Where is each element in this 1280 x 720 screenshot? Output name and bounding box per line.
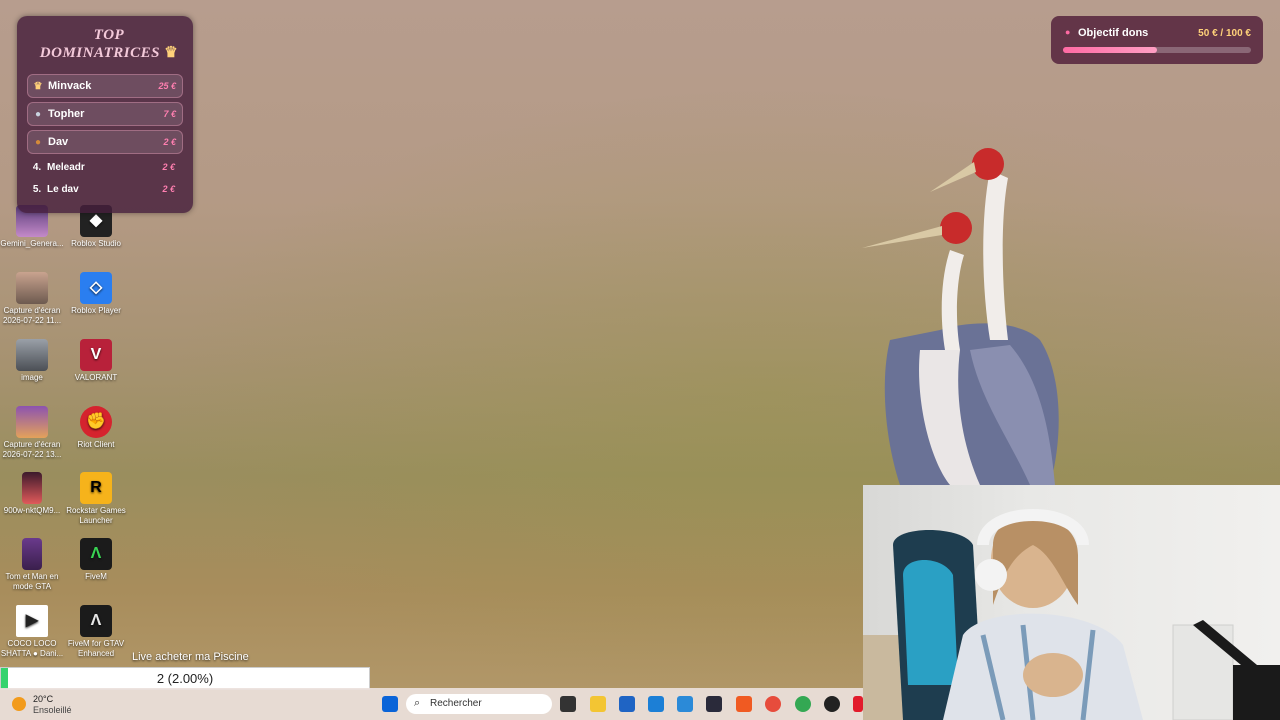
top-donors-widget: TOP DOMINATRICES ♛ ♛ Minvack 25 € ● Toph… <box>17 16 193 213</box>
app-icon[interactable] <box>706 696 722 712</box>
rank-amount: 25 € <box>158 81 176 91</box>
rank-row-1: ♛ Minvack 25 € <box>27 74 183 98</box>
desktop-icon-label: 900w-nktQM9... <box>3 506 61 515</box>
rank-amount: 2 € <box>162 184 175 194</box>
roblox-player-icon: ◇ <box>80 272 112 304</box>
rank-name: Meleadr <box>47 161 85 173</box>
desktop-icon-label: Roblox Player <box>71 306 121 315</box>
desktop-icon-capture-1[interactable]: Capture d'écran 2026-07-22 11... <box>0 272 64 326</box>
search-box[interactable]: ⌕ Rechercher <box>406 694 552 714</box>
file-explorer-icon[interactable] <box>590 696 606 712</box>
goal-amount: 50 € / 100 € <box>1198 28 1251 39</box>
fivem-icon: Λ <box>80 538 112 570</box>
image-thumbnail-icon <box>22 472 42 504</box>
search-placeholder: Rechercher <box>430 698 482 709</box>
crown-icon: ♛ <box>33 80 43 92</box>
crown-icon: ♛ <box>164 45 179 61</box>
app-icon[interactable] <box>853 696 863 712</box>
goal-progress-bar <box>1063 47 1251 53</box>
heart-icon: ● <box>1065 27 1071 37</box>
widget-title-line2: DOMINATRICES <box>39 45 160 61</box>
image-thumbnail-icon <box>16 339 48 371</box>
rank-row-5: 5. Le dav 2 € <box>27 178 181 200</box>
bronze-medal-icon: ● <box>34 136 42 148</box>
image-thumbnail-icon <box>16 272 48 304</box>
windows-start-icon[interactable] <box>382 696 398 712</box>
desktop-icon-label: COCO LOCO SHATTA ● Dani... <box>0 639 64 658</box>
rank-amount: 7 € <box>163 109 176 119</box>
desktop-icon-label: Capture d'écran 2026-07-22 13... <box>2 440 62 459</box>
widget-title: TOP DOMINATRICES ♛ <box>29 26 189 62</box>
desktop-icon-rockstar[interactable]: R Rockstar Games Launcher <box>64 472 128 526</box>
valorant-icon: V <box>80 339 112 371</box>
desktop-icon-label: Gemini_Genera... <box>0 239 64 248</box>
desktop-icon-label: FiveM for GTAV Enhanced <box>67 639 125 658</box>
image-thumbnail-icon <box>22 538 42 570</box>
desktop-icon-fivem[interactable]: Λ FiveM <box>64 538 128 582</box>
rank-name: Le dav <box>47 183 79 195</box>
weather-text: Ensoleillé <box>33 705 72 715</box>
brave-icon[interactable] <box>736 696 752 712</box>
donation-goal-widget: ● Objectif dons 50 € / 100 € <box>1051 16 1263 64</box>
rank-row-4: 4. Meleadr 2 € <box>27 156 181 178</box>
crane-illustration <box>862 148 1059 485</box>
desktop-icon-label: Rockstar Games Launcher <box>66 506 126 525</box>
desktop-icon-label: image <box>21 373 43 382</box>
image-thumbnail-icon <box>16 406 48 438</box>
riot-client-icon: ✊ <box>80 406 112 438</box>
goal-label: Objectif dons <box>1078 27 1149 39</box>
vscode-icon[interactable] <box>677 696 693 712</box>
outlook-icon[interactable] <box>648 696 664 712</box>
rank-name: Topher <box>48 108 85 120</box>
widget-title-line1: TOP <box>93 27 125 43</box>
subgoal-title: Live acheter ma Piscine <box>132 651 249 663</box>
desktop-icon-fivem-enhanced[interactable]: Λ FiveM for GTAV Enhanced <box>64 605 128 659</box>
rockstar-icon: R <box>80 472 112 504</box>
webcam-scene <box>863 509 1280 720</box>
desktop-icon-label: Tom et Man en mode GTA <box>5 572 59 591</box>
rank-number: 4. <box>32 161 42 173</box>
subgoal-value: 2 (2.00%) <box>156 671 214 686</box>
rank-name: Minvack <box>48 80 92 92</box>
store-icon[interactable] <box>619 696 635 712</box>
desktop-icon-label: Roblox Studio <box>71 239 121 248</box>
sun-icon <box>12 697 26 711</box>
desktop-icon-label: VALORANT <box>74 373 118 382</box>
search-icon: ⌕ <box>414 697 421 709</box>
desktop-icon-image[interactable]: image <box>0 339 64 383</box>
desktop-icon-tom-man[interactable]: Tom et Man en mode GTA <box>0 538 64 592</box>
desktop-icon-valorant[interactable]: V VALORANT <box>64 339 128 383</box>
rank-amount: 2 € <box>162 162 175 172</box>
desktop-icon-900w[interactable]: 900w-nktQM9... <box>0 472 64 516</box>
silver-medal-icon: ● <box>34 108 42 120</box>
rank-number: 5. <box>32 183 42 195</box>
goal-progress-fill <box>1063 47 1157 53</box>
desktop-icon-label: Riot Client <box>77 440 115 449</box>
rank-row-2: ● Topher 7 € <box>27 102 183 126</box>
rank-name: Dav <box>48 136 69 148</box>
desktop-icon-coco-loco[interactable]: ▶ COCO LOCO SHATTA ● Dani... <box>0 605 64 659</box>
desktop-icon-riot-client[interactable]: ✊ Riot Client <box>64 406 128 450</box>
rank-amount: 2 € <box>163 137 176 147</box>
desktop-icon-capture-2[interactable]: Capture d'écran 2026-07-22 13... <box>0 406 64 460</box>
chrome-icon[interactable] <box>765 696 781 712</box>
fivem-icon: Λ <box>80 605 112 637</box>
obs-icon[interactable] <box>824 696 840 712</box>
task-view-icon[interactable] <box>560 696 576 712</box>
video-file-icon: ▶ <box>16 605 48 637</box>
weather-widget[interactable]: 20°C Ensoleillé <box>12 693 92 717</box>
desktop-icon-roblox-player[interactable]: ◇ Roblox Player <box>64 272 128 316</box>
chrome-profile-icon[interactable] <box>795 696 811 712</box>
weather-temp: 20°C <box>33 694 54 704</box>
desktop-icon-label: Capture d'écran 2026-07-22 11... <box>2 306 62 325</box>
desktop-icon-label: FiveM <box>85 572 107 581</box>
subgoal-progress-bar: 2 (2.00%) <box>0 667 370 690</box>
wallpaper-cranes <box>860 140 1080 485</box>
webcam-feed <box>863 485 1280 720</box>
rank-row-3: ● Dav 2 € <box>27 130 183 154</box>
